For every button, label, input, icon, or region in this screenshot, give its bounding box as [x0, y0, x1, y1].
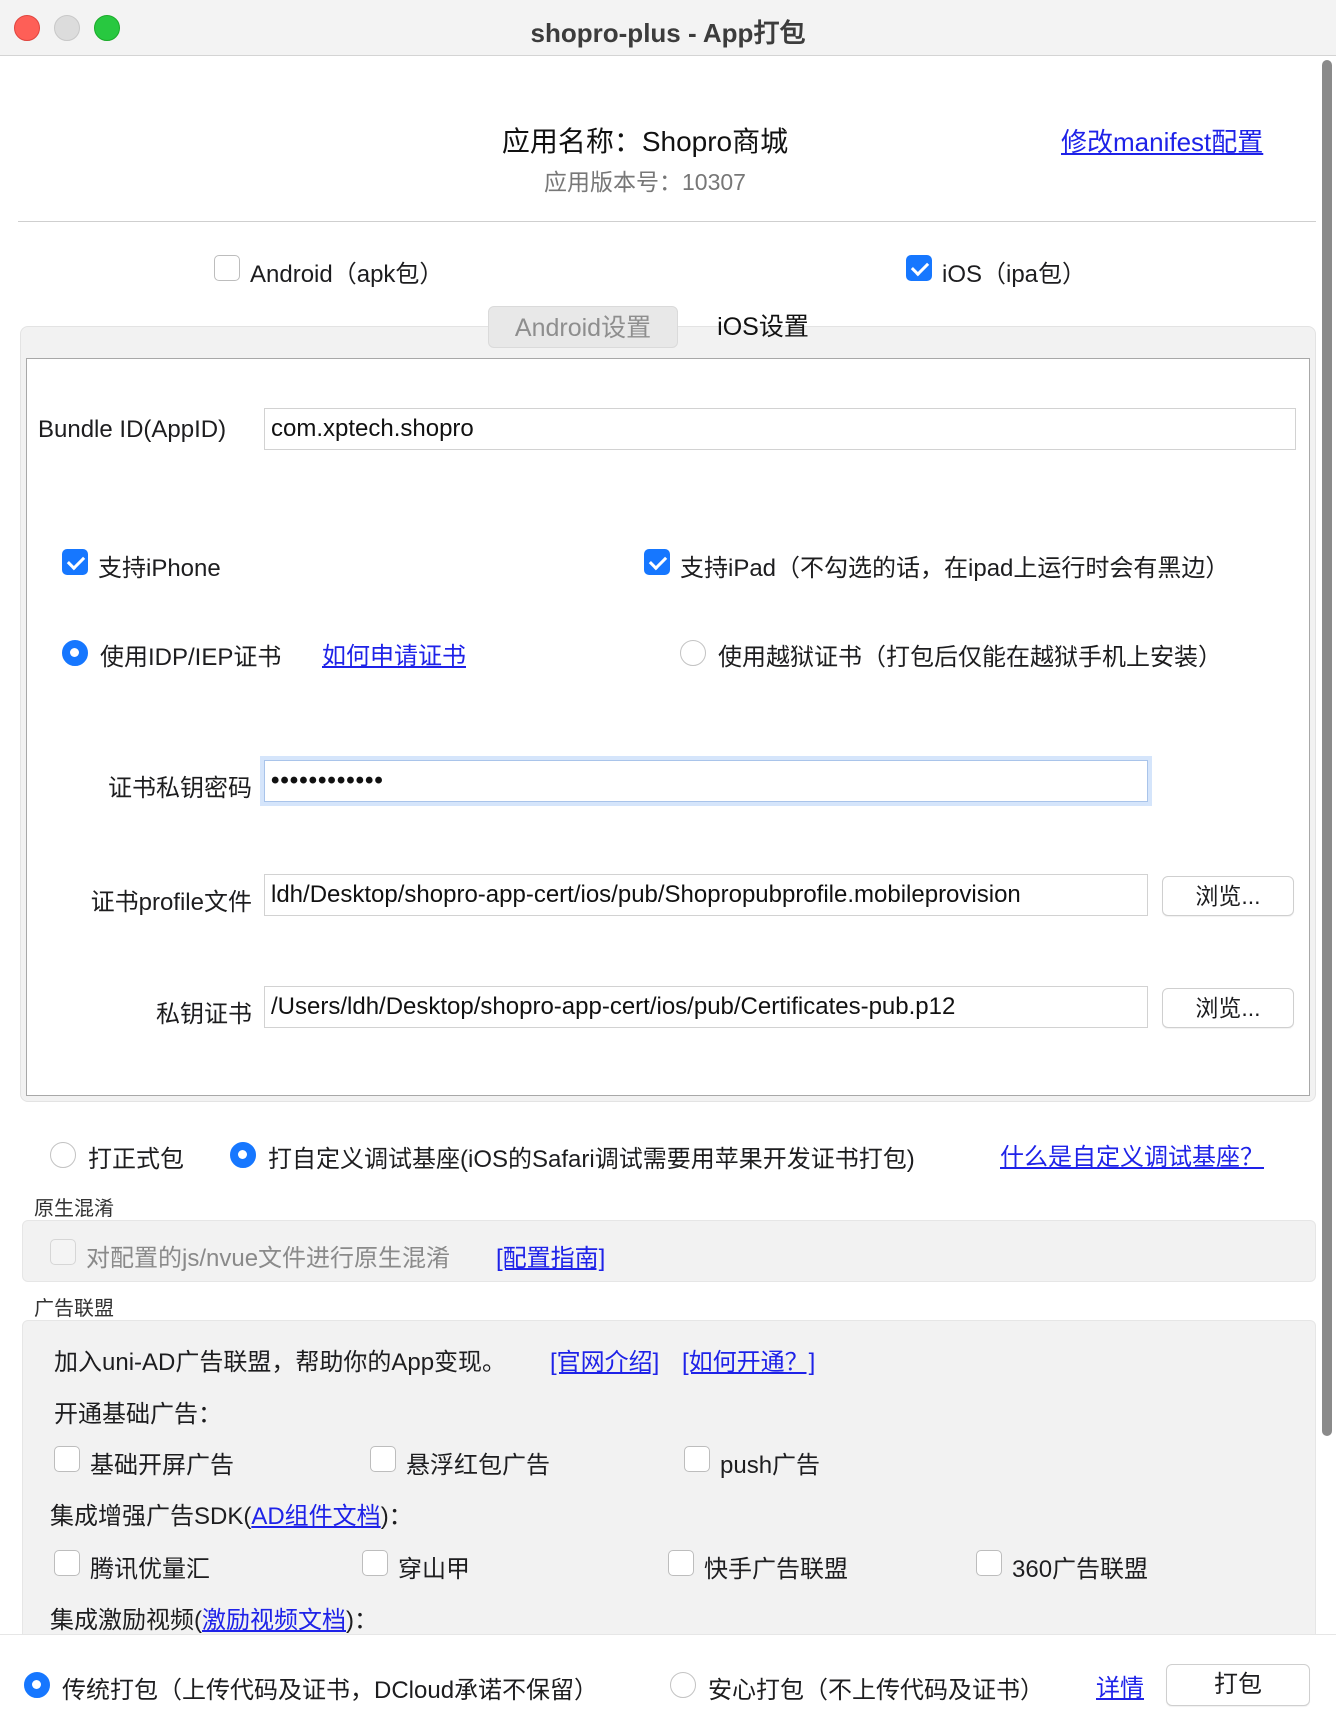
tencent-ylh-label: 腾讯优量汇 [90, 1556, 210, 1583]
safe-pack-label: 安心打包（不上传代码及证书） [708, 1677, 1044, 1704]
window-title: shopro-plus - App打包 [530, 18, 806, 48]
support-ipad-checkbox[interactable] [644, 549, 670, 575]
profile-file-input[interactable]: ldh/Desktop/shopro-app-cert/ios/pub/Shop… [264, 874, 1148, 916]
key-password-input[interactable]: •••••••••••• [264, 760, 1148, 802]
floating-redpacket-ad-checkbox[interactable] [370, 1446, 396, 1472]
browse-private-key-button[interactable]: 浏览... [1162, 988, 1294, 1028]
header-divider [18, 221, 1316, 222]
private-key-label: 私钥证书 [156, 1001, 252, 1028]
ad-360-label: 360广告联盟 [1012, 1556, 1149, 1583]
app-pack-window: shopro-plus - App打包 应用名称：Shopro商城 应用版本号：… [0, 0, 1336, 1726]
cert-idp-label: 使用IDP/IEP证书 [100, 644, 282, 671]
basic-splash-ad-label: 基础开屏广告 [90, 1452, 234, 1479]
sdk-ads-title: 集成增强广告SDK(AD组件文档)： [50, 1496, 413, 1531]
ads-section-title: 广告联盟 [34, 1298, 114, 1320]
sdk-ads-title-prefix: 集成增强广告SDK( [50, 1503, 252, 1530]
key-password-label: 证书私钥密码 [108, 775, 252, 802]
browse-profile-button[interactable]: 浏览... [1162, 876, 1294, 916]
obfuscation-label: 对配置的js/nvue文件进行原生混淆 [86, 1245, 451, 1272]
tencent-ylh-checkbox[interactable] [54, 1550, 80, 1576]
ios-label: iOS（ipa包） [942, 261, 1087, 288]
csj-label: 穿山甲 [398, 1556, 470, 1583]
vertical-scrollbar[interactable] [1320, 58, 1334, 1438]
push-ad-checkbox[interactable] [684, 1446, 710, 1472]
tab-android-settings[interactable]: Android设置 [488, 306, 678, 348]
ads-how-to-open-link[interactable]: [如何开通？] [682, 1342, 815, 1377]
support-iphone-checkbox[interactable] [62, 549, 88, 575]
ad-component-doc-link[interactable]: AD组件文档 [251, 1503, 380, 1530]
ads-intro-text: 加入uni-AD广告联盟，帮助你的App变现。 [54, 1349, 507, 1376]
tab-ios-settings[interactable]: iOS设置 [678, 306, 848, 348]
reward-video-doc-link[interactable]: 激励视频文档 [202, 1607, 346, 1634]
traditional-pack-label: 传统打包（上传代码及证书，DCloud承诺不保留） [62, 1677, 599, 1704]
kuaishou-ad-label: 快手广告联盟 [704, 1556, 848, 1583]
obfuscation-section-title: 原生混淆 [34, 1198, 114, 1220]
traditional-pack-radio[interactable] [24, 1672, 50, 1698]
obfuscation-checkbox[interactable] [50, 1239, 76, 1265]
safe-pack-radio[interactable] [670, 1672, 696, 1698]
edit-manifest-link[interactable]: 修改manifest配置 [1061, 122, 1263, 159]
cert-jailbreak-label: 使用越狱证书（打包后仅能在越狱手机上安装） [718, 644, 1222, 671]
floating-redpacket-ad-label: 悬浮红包广告 [406, 1452, 550, 1479]
private-key-input[interactable]: /Users/ldh/Desktop/shopro-app-cert/ios/p… [264, 986, 1148, 1028]
bundle-id-input[interactable]: com.xptech.shopro [264, 408, 1296, 450]
push-ad-label: push广告 [720, 1452, 821, 1479]
scrollbar-thumb[interactable] [1322, 60, 1332, 1436]
release-build-radio[interactable] [50, 1142, 76, 1168]
cert-jailbreak-radio[interactable] [680, 640, 706, 666]
support-iphone-label: 支持iPhone [98, 555, 221, 582]
title-bar: shopro-plus - App打包 [0, 0, 1336, 56]
how-to-apply-cert-link[interactable]: 如何申请证书 [322, 636, 466, 671]
pack-button[interactable]: 打包 [1166, 1664, 1310, 1706]
video-ads-title-suffix: )： [346, 1607, 378, 1634]
ios-checkbox[interactable] [906, 255, 932, 281]
what-is-custom-base-link[interactable]: 什么是自定义调试基座？ [1000, 1137, 1264, 1172]
custom-base-label: 打自定义调试基座(iOS的Safari调试需要用苹果开发证书打包) [268, 1146, 915, 1173]
obfuscation-guide-link[interactable]: [配置指南] [496, 1238, 605, 1273]
custom-base-radio[interactable] [230, 1142, 256, 1168]
ads-official-intro-link[interactable]: [官网介绍] [550, 1342, 659, 1377]
pack-details-link[interactable]: 详情 [1096, 1668, 1144, 1703]
android-label: Android（apk包） [250, 261, 444, 288]
csj-checkbox[interactable] [362, 1550, 388, 1576]
support-ipad-label: 支持iPad（不勾选的话，在ipad上运行时会有黑边） [680, 555, 1230, 582]
android-checkbox[interactable] [214, 255, 240, 281]
video-ads-title-prefix: 集成激励视频( [50, 1607, 202, 1634]
sdk-ads-title-suffix: )： [380, 1503, 413, 1530]
kuaishou-ad-checkbox[interactable] [668, 1550, 694, 1576]
release-build-label: 打正式包 [88, 1146, 184, 1173]
bundle-id-label: Bundle ID(AppID) [38, 416, 227, 443]
ad-360-checkbox[interactable] [976, 1550, 1002, 1576]
basic-splash-ad-checkbox[interactable] [54, 1446, 80, 1472]
basic-ads-title: 开通基础广告： [54, 1401, 222, 1428]
video-ads-title: 集成激励视频(激励视频文档)： [50, 1600, 378, 1635]
app-version: 应用版本号：10307 [544, 169, 746, 195]
cert-idp-radio[interactable] [62, 640, 88, 666]
profile-file-label: 证书profile文件 [90, 889, 252, 916]
